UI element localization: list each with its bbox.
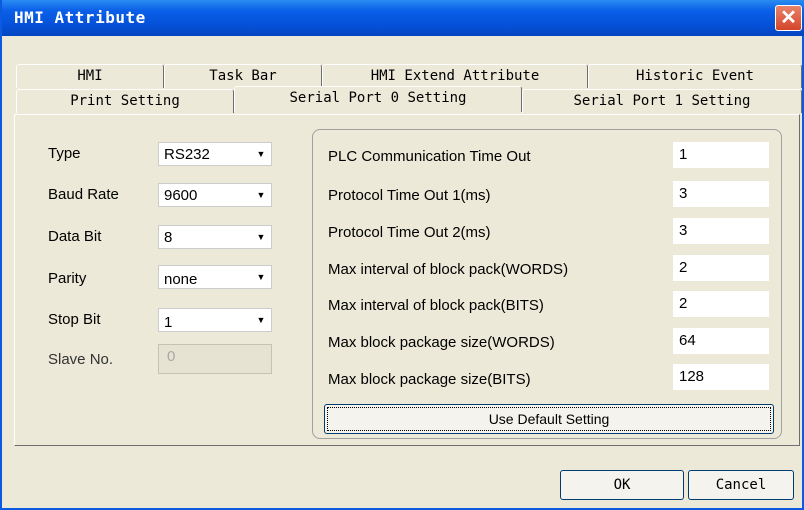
max-package-words-input[interactable]: 64	[673, 328, 769, 354]
max-interval-bits-input[interactable]: 2	[673, 291, 769, 317]
type-select[interactable]: RS232 ▼	[158, 142, 272, 166]
type-value: RS232	[164, 146, 210, 163]
slave-no-label: Slave No.	[48, 351, 114, 368]
chevron-down-icon[interactable]: ▼	[251, 266, 271, 288]
field-value: 3	[679, 222, 688, 239]
protocol-timeout-2-input[interactable]: 3	[673, 218, 769, 244]
baud-rate-label: Baud Rate	[48, 186, 119, 203]
dialog-window: HMI Attribute ✕ HMI Task Bar HMI Extend …	[0, 0, 804, 510]
stop-bit-select[interactable]: 1 ▼	[158, 308, 272, 332]
ok-button[interactable]: OK	[560, 470, 684, 500]
slave-no-field: 0	[158, 344, 272, 374]
plc-timeout-input[interactable]: 1	[673, 142, 769, 168]
tab-serial-port-1-setting[interactable]: Serial Port 1 Setting	[522, 89, 802, 113]
chevron-down-icon[interactable]: ▼	[251, 226, 271, 248]
close-icon: ✕	[780, 7, 797, 29]
protocol-group-box	[312, 129, 782, 439]
parity-select[interactable]: none ▼	[158, 265, 272, 289]
close-button[interactable]: ✕	[775, 5, 802, 31]
field-label: Max block package size(WORDS)	[328, 334, 555, 351]
field-label: Max block package size(BITS)	[328, 371, 531, 388]
parity-label: Parity	[48, 270, 87, 287]
baud-rate-select[interactable]: 9600 ▼	[158, 183, 272, 207]
field-label: Max interval of block pack(WORDS)	[328, 261, 569, 278]
chevron-down-icon[interactable]: ▼	[251, 143, 271, 165]
stop-bit-label: Stop Bit	[48, 311, 101, 328]
field-value: 2	[679, 259, 688, 276]
use-default-setting-button[interactable]: Use Default Setting	[324, 404, 774, 434]
protocol-timeout-1-input[interactable]: 3	[673, 181, 769, 207]
data-bit-label: Data Bit	[48, 228, 102, 245]
tab-hmi[interactable]: HMI	[16, 64, 164, 88]
field-value: 1	[679, 146, 688, 163]
window-title: HMI Attribute	[14, 8, 146, 27]
stop-bit-value: 1	[164, 314, 173, 331]
field-value: 2	[679, 295, 688, 312]
type-label: Type	[48, 145, 81, 162]
title-bar[interactable]: HMI Attribute ✕	[2, 0, 804, 36]
baud-rate-value: 9600	[164, 187, 198, 204]
field-value: 64	[679, 332, 696, 349]
max-interval-words-input[interactable]: 2	[673, 255, 769, 281]
slave-no-value: 0	[167, 348, 176, 365]
tab-hmi-extend-attribute[interactable]: HMI Extend Attribute	[322, 64, 588, 88]
field-label: PLC Communication Time Out	[328, 148, 531, 165]
field-label: Max interval of block pack(BITS)	[328, 297, 544, 314]
data-bit-value: 8	[164, 229, 173, 246]
data-bit-select[interactable]: 8 ▼	[158, 225, 272, 249]
tab-task-bar[interactable]: Task Bar	[164, 64, 322, 88]
chevron-down-icon[interactable]: ▼	[251, 309, 271, 331]
tab-print-setting[interactable]: Print Setting	[16, 89, 234, 113]
tab-historic-event[interactable]: Historic Event	[588, 64, 802, 88]
cancel-button[interactable]: Cancel	[688, 470, 794, 500]
field-value: 3	[679, 185, 688, 202]
field-label: Protocol Time Out 2(ms)	[328, 224, 491, 241]
max-package-bits-input[interactable]: 128	[673, 364, 769, 390]
field-value: 128	[679, 368, 705, 385]
tab-serial-port-0-setting[interactable]: Serial Port 0 Setting	[234, 86, 522, 112]
field-label: Protocol Time Out 1(ms)	[328, 187, 491, 204]
chevron-down-icon[interactable]: ▼	[251, 184, 271, 206]
parity-value: none	[164, 271, 198, 288]
